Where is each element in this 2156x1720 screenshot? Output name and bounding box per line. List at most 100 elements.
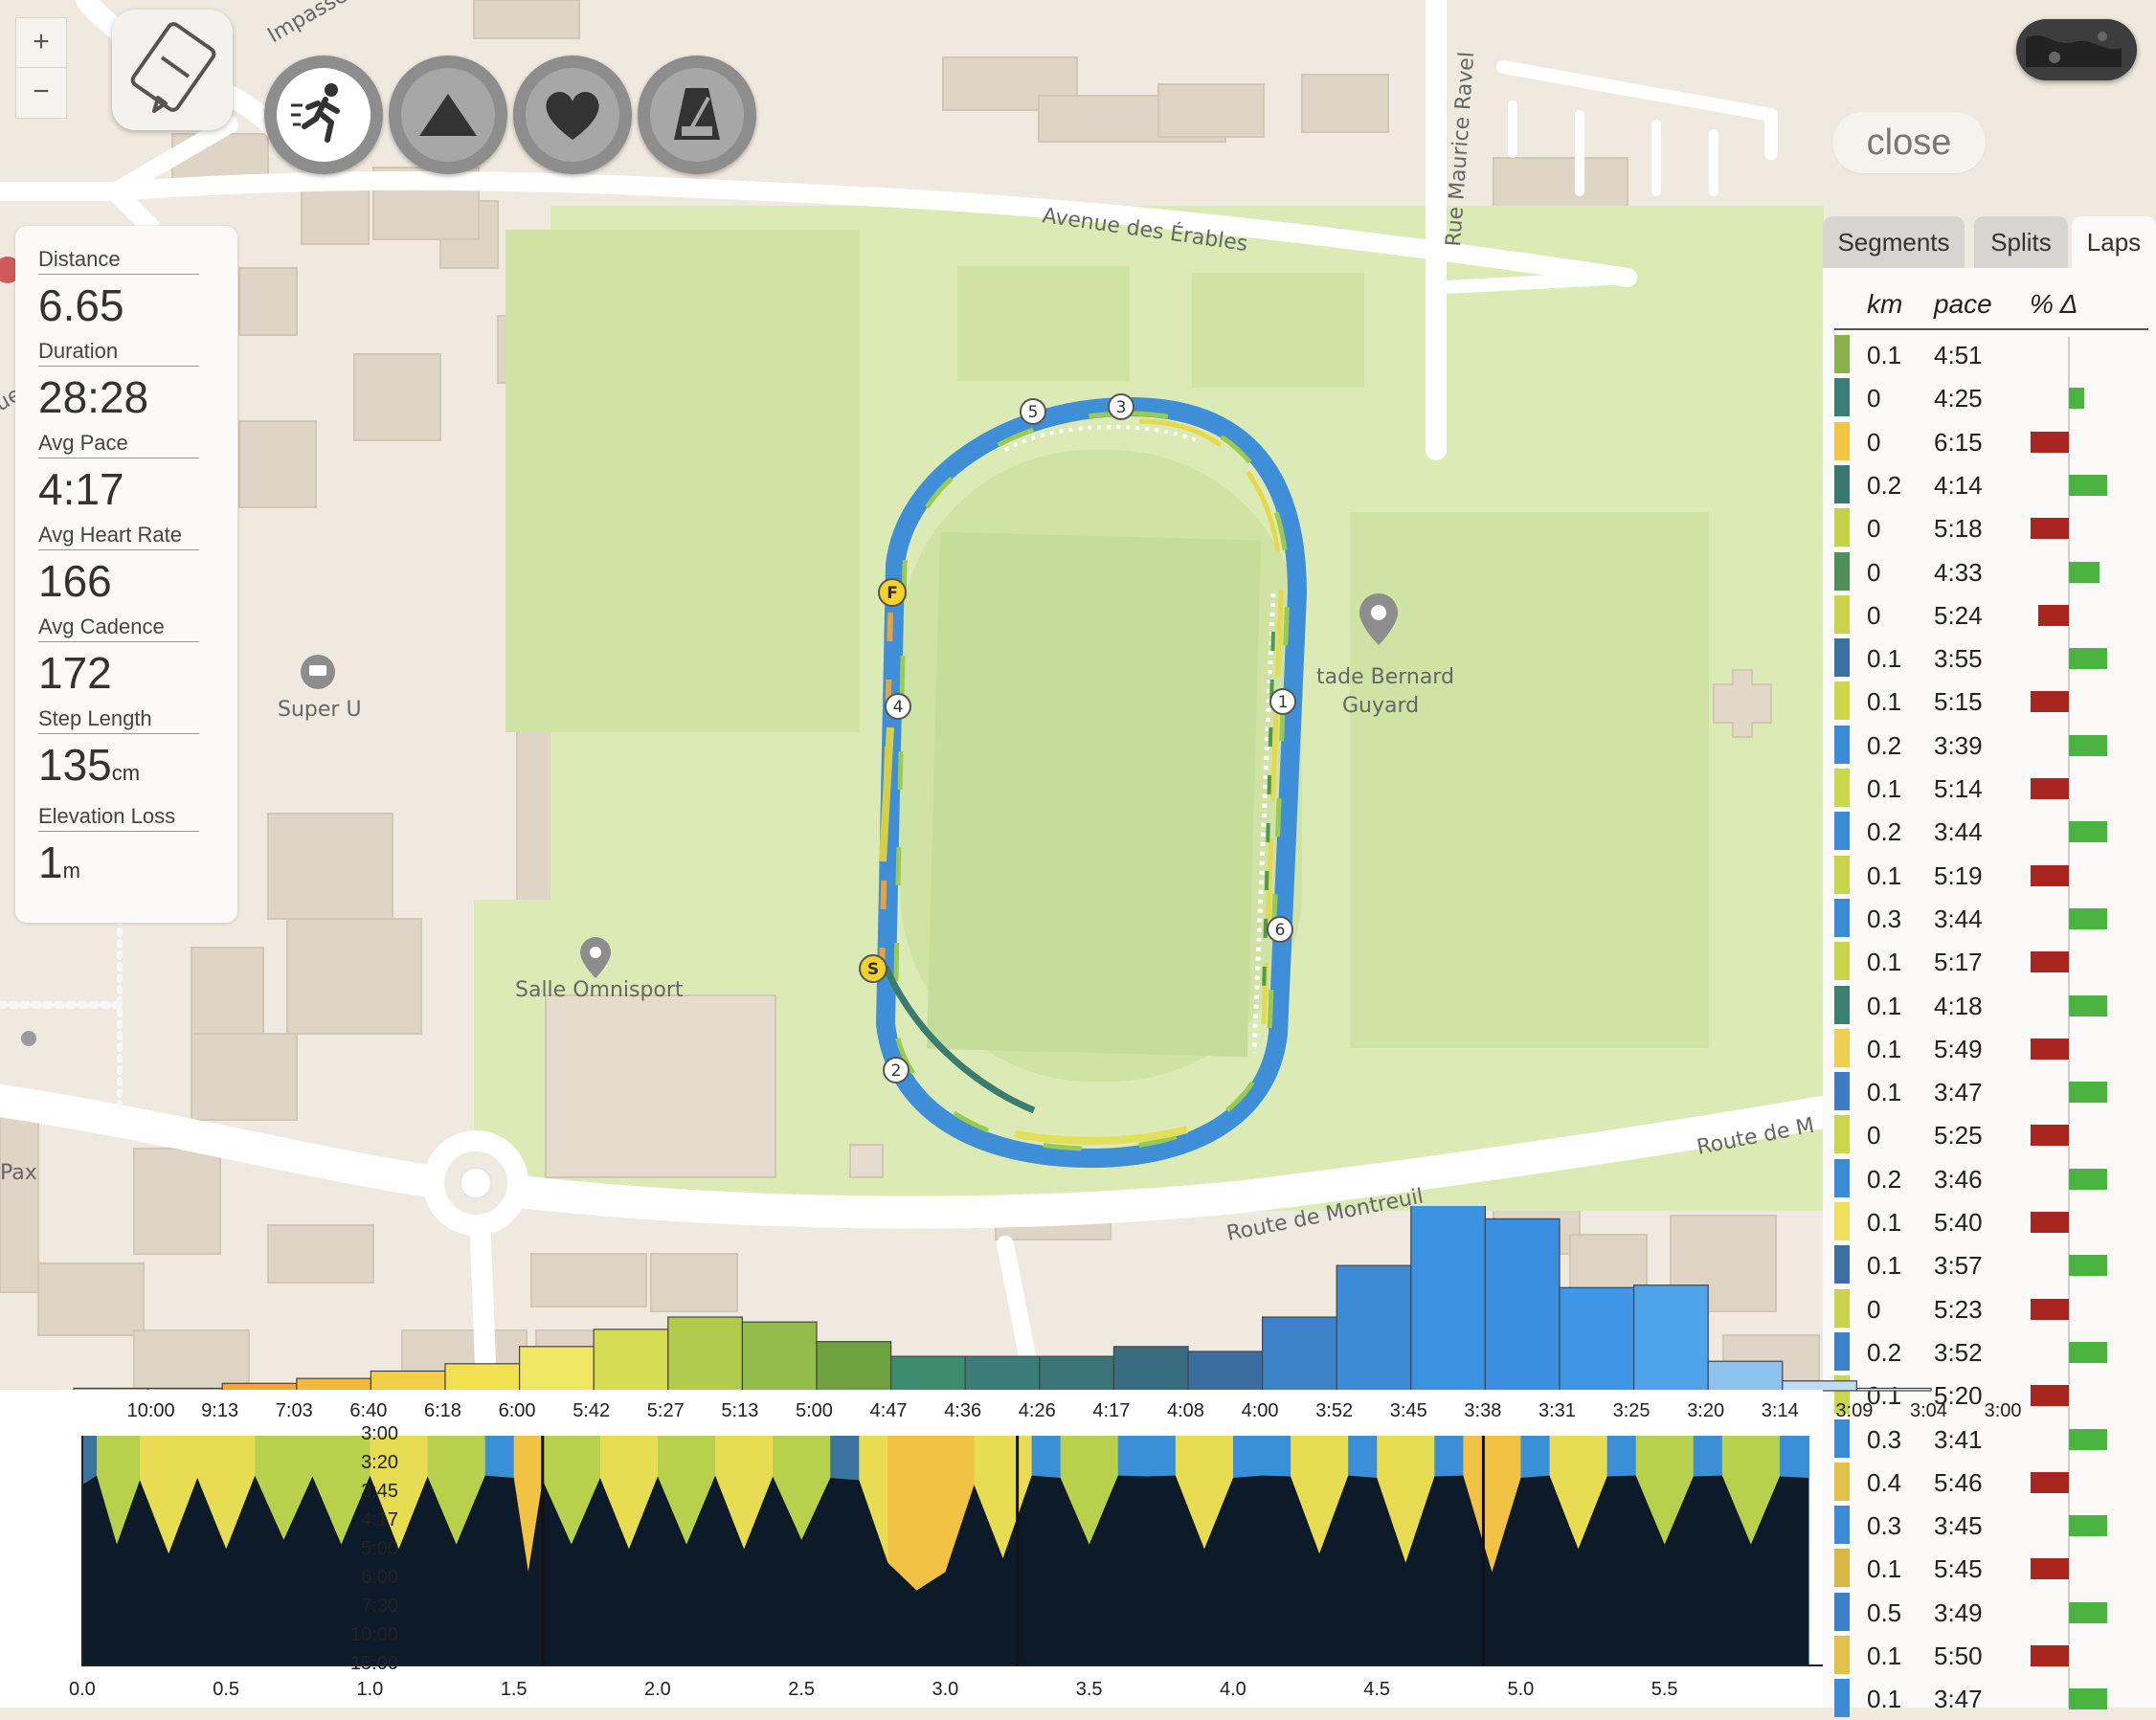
lap-row[interactable]: 0 5:18	[1834, 506, 2156, 549]
lap-distance: 0	[1867, 600, 1881, 630]
zoom-in-button[interactable]: +	[15, 17, 67, 69]
lap-distance: 0.3	[1867, 1511, 1902, 1541]
lap-pace: 3:39	[1934, 730, 1983, 760]
pace-x-tick: 2.5	[788, 1679, 816, 1700]
lap-row[interactable]: 0.1 5:19	[1834, 854, 2156, 897]
lap-row[interactable]: 0.3 3:41	[1834, 1418, 2156, 1461]
lap-distance: 0.1	[1867, 774, 1902, 803]
lap-pace: 4:25	[1934, 384, 1983, 413]
lap-distance: 0.1	[1867, 341, 1902, 369]
stat-cadence-value: 172	[38, 648, 112, 698]
pace-x-tick: 1.0	[356, 1679, 384, 1700]
lap-delta-bar	[2031, 778, 2069, 799]
lap-row[interactable]: 0.2 3:44	[1834, 810, 2156, 853]
lap-row[interactable]: 0.5 3:49	[1834, 1591, 2156, 1634]
stat-distance-value: 6.65	[38, 280, 124, 330]
map-layer-toggle[interactable]	[2016, 19, 2137, 80]
lap-color-swatch	[1834, 1592, 1850, 1631]
close-button[interactable]: close	[1832, 112, 1986, 173]
lap-row[interactable]: 0.3 3:44	[1834, 897, 2156, 940]
lap-row[interactable]: 0.1 3:55	[1834, 637, 2156, 680]
histogram-bar	[518, 1346, 595, 1392]
stat-duration-value: 28:28	[38, 372, 149, 422]
svg-text:3: 3	[1116, 398, 1127, 417]
lap-row[interactable]: 0.1 4:51	[1834, 333, 2156, 376]
lap-delta-bar	[2069, 1168, 2107, 1190]
lap-row[interactable]: 0 4:33	[1834, 550, 2156, 593]
histogram-bar	[370, 1370, 446, 1392]
lap-row[interactable]: 0.1 5:45	[1834, 1547, 2156, 1590]
lap-distance: 0.1	[1867, 1642, 1902, 1670]
lap-row[interactable]: 0.1 3:47	[1834, 1070, 2156, 1113]
pace-y-tick: 6:00	[361, 1567, 398, 1588]
lap-color-swatch	[1834, 1462, 1850, 1501]
tab-laps[interactable]: Laps	[2072, 216, 2156, 268]
lap-delta-bar	[2069, 1601, 2107, 1623]
lap-row[interactable]: 0.1 5:17	[1834, 940, 2156, 983]
lap-row[interactable]: 0.2 4:14	[1834, 463, 2156, 506]
histogram-tick-label: 3:09	[1835, 1400, 1874, 1421]
lap-row[interactable]: 0 5:25	[1834, 1113, 2156, 1156]
lap-row[interactable]: 0.1 3:47	[1834, 1677, 2156, 1720]
lap-row[interactable]: 0.1 5:49	[1834, 1027, 2156, 1070]
stat-elevation-label: Elevation Loss	[38, 804, 199, 832]
lap-row[interactable]: 0.1 4:18	[1834, 984, 2156, 1027]
start-marker[interactable]: S	[859, 954, 887, 983]
lap-row[interactable]: 0.1 5:15	[1834, 680, 2156, 723]
lap-delta-bar	[2031, 951, 2069, 973]
lap-color-swatch	[1834, 1506, 1850, 1545]
mode-heart-button[interactable]	[513, 56, 632, 174]
lap-distance: 0.1	[1867, 991, 1902, 1020]
lap-pace: 3:45	[1934, 1511, 1983, 1541]
lap-row[interactable]: 0.2 3:39	[1834, 724, 2156, 767]
mode-cadence-button[interactable]	[638, 56, 756, 174]
histogram-bar	[593, 1329, 669, 1392]
lap-row[interactable]: 0.2 3:46	[1834, 1157, 2156, 1200]
finish-marker[interactable]: F	[878, 578, 907, 607]
lap-row[interactable]: 0.3 3:45	[1834, 1504, 2156, 1547]
lap-color-swatch	[1834, 898, 1850, 937]
lap-pace: 4:33	[1934, 557, 1983, 587]
lap-delta-bar	[2031, 864, 2069, 886]
runner-icon	[291, 83, 340, 143]
lap-marker-2[interactable]: 2	[883, 1057, 910, 1083]
pace-x-tick: 3.0	[932, 1679, 959, 1700]
histogram-bar	[1559, 1286, 1635, 1392]
lap-marker-4[interactable]: 4	[885, 693, 911, 720]
lap-color-swatch	[1834, 421, 1850, 460]
lap-marker-3[interactable]: 3	[1108, 393, 1134, 420]
lap-row[interactable]: 0.4 5:46	[1834, 1461, 2156, 1504]
histogram-bar	[1112, 1346, 1189, 1392]
svg-text:F: F	[887, 584, 898, 603]
lap-row[interactable]: 0.1 5:14	[1834, 767, 2156, 810]
zoom-out-button[interactable]: −	[15, 67, 67, 119]
mode-elevation-button[interactable]	[389, 56, 507, 174]
tab-splits[interactable]: Splits	[1974, 216, 2068, 268]
lap-row[interactable]: 0 5:24	[1834, 593, 2156, 637]
lap-color-swatch	[1834, 681, 1850, 721]
lap-pace: 5:19	[1934, 860, 1983, 890]
heart-icon	[546, 91, 599, 140]
lap-color-swatch	[1834, 1679, 1850, 1718]
lap-delta-bar	[2031, 431, 2069, 453]
lap-marker-6[interactable]: 6	[1267, 916, 1293, 943]
lap-pace: 5:49	[1934, 1034, 1983, 1063]
pace-profile-chart	[81, 1436, 1823, 1666]
lap-color-swatch	[1834, 464, 1850, 503]
tab-segments[interactable]: Segments	[1823, 216, 1965, 268]
pace-y-tick: 10:00	[349, 1624, 398, 1645]
satellite-thumbnail-icon	[2016, 19, 2137, 80]
lap-row[interactable]: 0.1 5:50	[1834, 1634, 2156, 1677]
lap-color-swatch	[1834, 1549, 1850, 1588]
lap-row[interactable]: 0 4:25	[1834, 376, 2156, 419]
lap-delta-bar	[2069, 734, 2107, 756]
lap-marker-5[interactable]: 5	[1020, 398, 1046, 425]
lap-pace: 4:14	[1934, 470, 1983, 500]
notebook-button[interactable]	[112, 10, 233, 130]
lap-delta-bar	[2031, 1645, 2069, 1666]
lap-row[interactable]: 0 6:15	[1834, 420, 2156, 463]
lap-color-swatch	[1834, 594, 1850, 634]
mode-run-button[interactable]	[264, 56, 383, 174]
stat-pace-value: 4:17	[38, 464, 124, 514]
lap-marker-1[interactable]: 1	[1269, 688, 1296, 715]
